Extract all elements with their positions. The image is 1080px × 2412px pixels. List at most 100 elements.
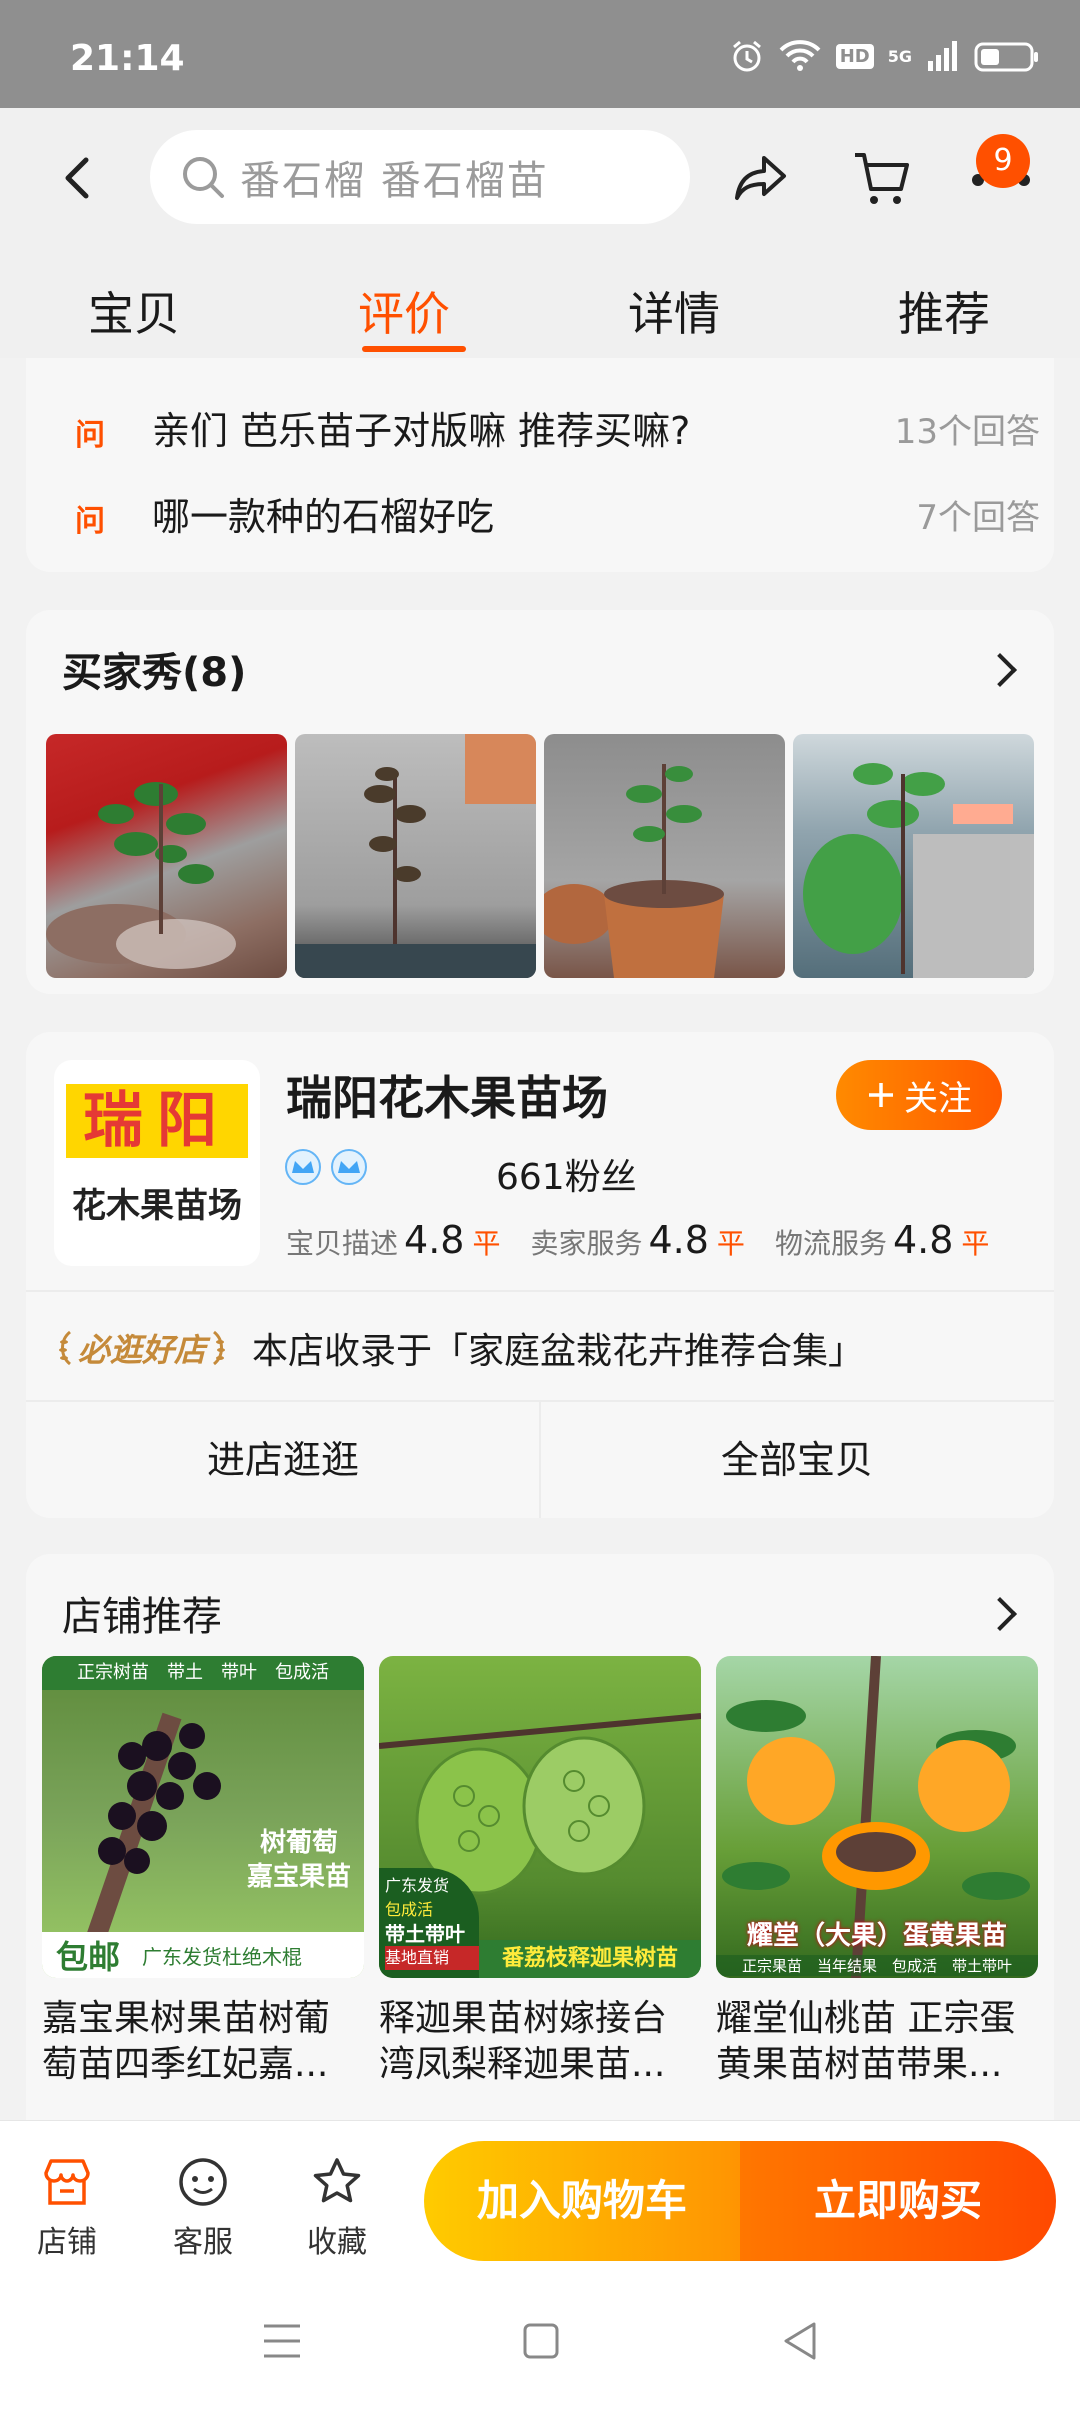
- rating-score: 4.8: [648, 1218, 709, 1262]
- shop-tab-label: 店铺: [37, 2225, 97, 2260]
- tab-bar: 宝贝 评价 详情 推荐: [0, 258, 1080, 358]
- recommend-item[interactable]: 广东发货 包成活 带土带叶 基地直销 番荔枝释迦果树苗 释迦果苗树嫁接台湾凤梨释…: [379, 1656, 701, 2088]
- shop-recommend-title: 店铺推荐: [62, 1594, 222, 1640]
- corner-line: 包成活: [385, 1900, 434, 1919]
- tab-label: 宝贝: [88, 287, 180, 341]
- chevron-right-icon[interactable]: [983, 1597, 1017, 1631]
- image-side-text: 树葡萄 嘉宝果苗: [246, 1828, 351, 1892]
- all-items-button[interactable]: 全部宝贝: [540, 1402, 1054, 1518]
- tab-details[interactable]: 详情: [574, 258, 774, 358]
- recommend-name: 耀堂仙桃苗 正宗蛋黄果苗树苗带果...: [716, 1998, 1016, 2085]
- plant-photo-1: [46, 782, 236, 969]
- buyer-photo[interactable]: [544, 734, 785, 978]
- rating-level: 平: [961, 1227, 990, 1260]
- rating-label: 卖家服务: [530, 1227, 643, 1260]
- image-corner-badge: 广东发货 包成活 带土带叶 基地直销: [379, 1868, 479, 1978]
- back-triangle-icon[interactable]: [780, 2320, 818, 2362]
- tab-label: 推荐: [898, 287, 990, 341]
- must-visit-badge: 必逛好店: [56, 1325, 228, 1371]
- favorite-button[interactable]: 收藏: [282, 2155, 392, 2261]
- answer-count: 13个回答: [894, 412, 1040, 452]
- tab-baobei[interactable]: 宝贝: [34, 258, 234, 358]
- crown-icon: [331, 1149, 367, 1185]
- recommend-image: 正宗树苗 带土 带叶 包成活 树葡萄 嘉宝果苗 包邮 广东发货杜绝木棍: [42, 1656, 364, 1978]
- search-bar[interactable]: 番石榴 番石榴苗: [150, 130, 690, 224]
- rating-level: 平: [716, 1227, 745, 1260]
- system-nav-bar: [0, 2278, 1080, 2412]
- shop-logo-title: 瑞阳: [66, 1084, 248, 1158]
- buy-now-button[interactable]: 立即购买: [740, 2141, 1056, 2261]
- buyer-photo[interactable]: [793, 734, 1034, 978]
- enter-shop-button[interactable]: 进店逛逛: [26, 1402, 540, 1518]
- recommend-name: 释迦果苗树嫁接台湾凤梨释迦果苗...: [379, 1998, 668, 2085]
- signal-icon: [928, 41, 957, 71]
- shop-logo-subtitle: 花木果苗场: [72, 1186, 242, 1226]
- recommend-item[interactable]: 耀堂（大果）蛋黄果苗 正宗果苗 当年结果 包成活 带土带叶 耀堂仙桃苗 正宗蛋黄…: [716, 1656, 1038, 2088]
- recommend-image: 广东发货 包成活 带土带叶 基地直销 番荔枝释迦果树苗: [379, 1656, 701, 1978]
- must-visit-label: 必逛好店: [78, 1331, 207, 1369]
- question-icon: 问: [75, 418, 105, 453]
- share-icon[interactable]: [734, 152, 788, 202]
- question-icon: 问: [75, 504, 105, 539]
- service-button[interactable]: 客服: [148, 2155, 258, 2261]
- laurel-left-icon: [59, 1330, 72, 1366]
- buyer-show-card[interactable]: 买家秀(8): [26, 610, 1054, 994]
- plant-photo-4: [803, 763, 1034, 978]
- rating-score: 4.8: [404, 1218, 465, 1262]
- buyer-photo[interactable]: [46, 734, 287, 978]
- status-icons: HD 5G: [730, 38, 1040, 74]
- product-header: 番石榴 番石榴苗 9 宝贝 评价 详情 推荐: [0, 108, 1080, 358]
- plant-photo-3: [544, 764, 724, 978]
- alarm-icon: [732, 40, 761, 72]
- plus-icon: [869, 1083, 893, 1107]
- divider: [26, 1290, 1054, 1292]
- search-icon: [183, 157, 224, 198]
- shop-logo[interactable]: 瑞阳 花木果苗场: [54, 1060, 260, 1266]
- rating-label: 物流服务: [774, 1227, 887, 1260]
- chevron-right-icon: [983, 653, 1017, 687]
- collection-text: 本店收录于「家庭盆栽花卉推荐合集」: [252, 1331, 865, 1372]
- message-badge: 9: [976, 134, 1030, 188]
- follow-label: 关注: [904, 1078, 972, 1119]
- ribbon-free-shipping: 包邮: [56, 1938, 121, 1976]
- hd-badge: HD: [835, 43, 874, 69]
- follow-button[interactable]: 关注: [836, 1060, 1002, 1130]
- favorite-label: 收藏: [307, 2225, 367, 2260]
- qa-card: 问 亲们 芭乐苗子对版嘛 推荐买嘛? 13个回答 问 哪一款种的石榴好吃 7个回…: [26, 358, 1054, 572]
- network-label: 5G: [887, 46, 912, 66]
- buyer-photo[interactable]: [295, 734, 536, 978]
- service-label: 客服: [173, 2225, 233, 2260]
- answer-count: 7个回答: [916, 498, 1040, 538]
- laurel-right-icon: [212, 1330, 226, 1366]
- menu-icon[interactable]: [262, 2322, 302, 2360]
- shop-name[interactable]: 瑞阳花木果苗场: [286, 1062, 608, 1128]
- image-title-text: 耀堂（大果）蛋黄果苗: [746, 1921, 1007, 1951]
- buyer-show-title: 买家秀(8): [62, 650, 247, 696]
- tab-label: 评价: [358, 287, 450, 341]
- shop-card: 瑞阳 花木果苗场 瑞阳花木果苗场 关注 661粉丝 宝贝描述 4.8 平 卖家服…: [26, 1032, 1054, 1518]
- qa-item[interactable]: 问 亲们 芭乐苗子对版嘛 推荐买嘛? 13个回答: [70, 400, 1050, 460]
- rating-score: 4.8: [892, 1218, 954, 1262]
- bottom-action-bar: 店铺 客服 收藏 加入购物车 立即购买: [0, 2120, 1080, 2279]
- shop-tab-button[interactable]: 店铺: [12, 2155, 122, 2261]
- collection-row[interactable]: 必逛好店 本店收录于「家庭盆栽花卉推荐合集」: [56, 1322, 864, 1374]
- qa-item[interactable]: 问 哪一款种的石榴好吃 7个回答: [70, 486, 1050, 546]
- corner-line: 广东发货: [385, 1876, 450, 1895]
- recommend-name: 嘉宝果树果苗树葡萄苗四季红妃嘉...: [42, 1998, 331, 2085]
- recommend-item[interactable]: 正宗树苗 带土 带叶 包成活 树葡萄 嘉宝果苗 包邮 广东发货杜绝木棍 嘉宝果树…: [42, 1656, 364, 2088]
- back-arrow-icon[interactable]: [60, 156, 96, 200]
- cart-icon[interactable]: [852, 150, 910, 208]
- search-placeholder: 番石榴 番石榴苗: [240, 158, 549, 204]
- image-sub-text: 正宗果苗 当年结果 包成活 带土带叶: [716, 1955, 1038, 1976]
- crown-icon: [285, 1149, 321, 1185]
- rating-label: 宝贝描述: [286, 1227, 399, 1260]
- home-square-icon[interactable]: [522, 2322, 560, 2360]
- add-to-cart-button[interactable]: 加入购物车: [424, 2141, 740, 2261]
- star-icon: [313, 2158, 361, 2203]
- question-text: 哪一款种的石榴好吃: [152, 495, 495, 539]
- rating-row: 宝贝描述 4.8 平 卖家服务 4.8 平 物流服务 4.8 平: [286, 1218, 989, 1262]
- tab-recommend[interactable]: 推荐: [844, 258, 1044, 358]
- tab-reviews[interactable]: 评价: [304, 258, 504, 358]
- battery-icon: [974, 42, 1038, 72]
- status-time: 21:14: [70, 38, 185, 79]
